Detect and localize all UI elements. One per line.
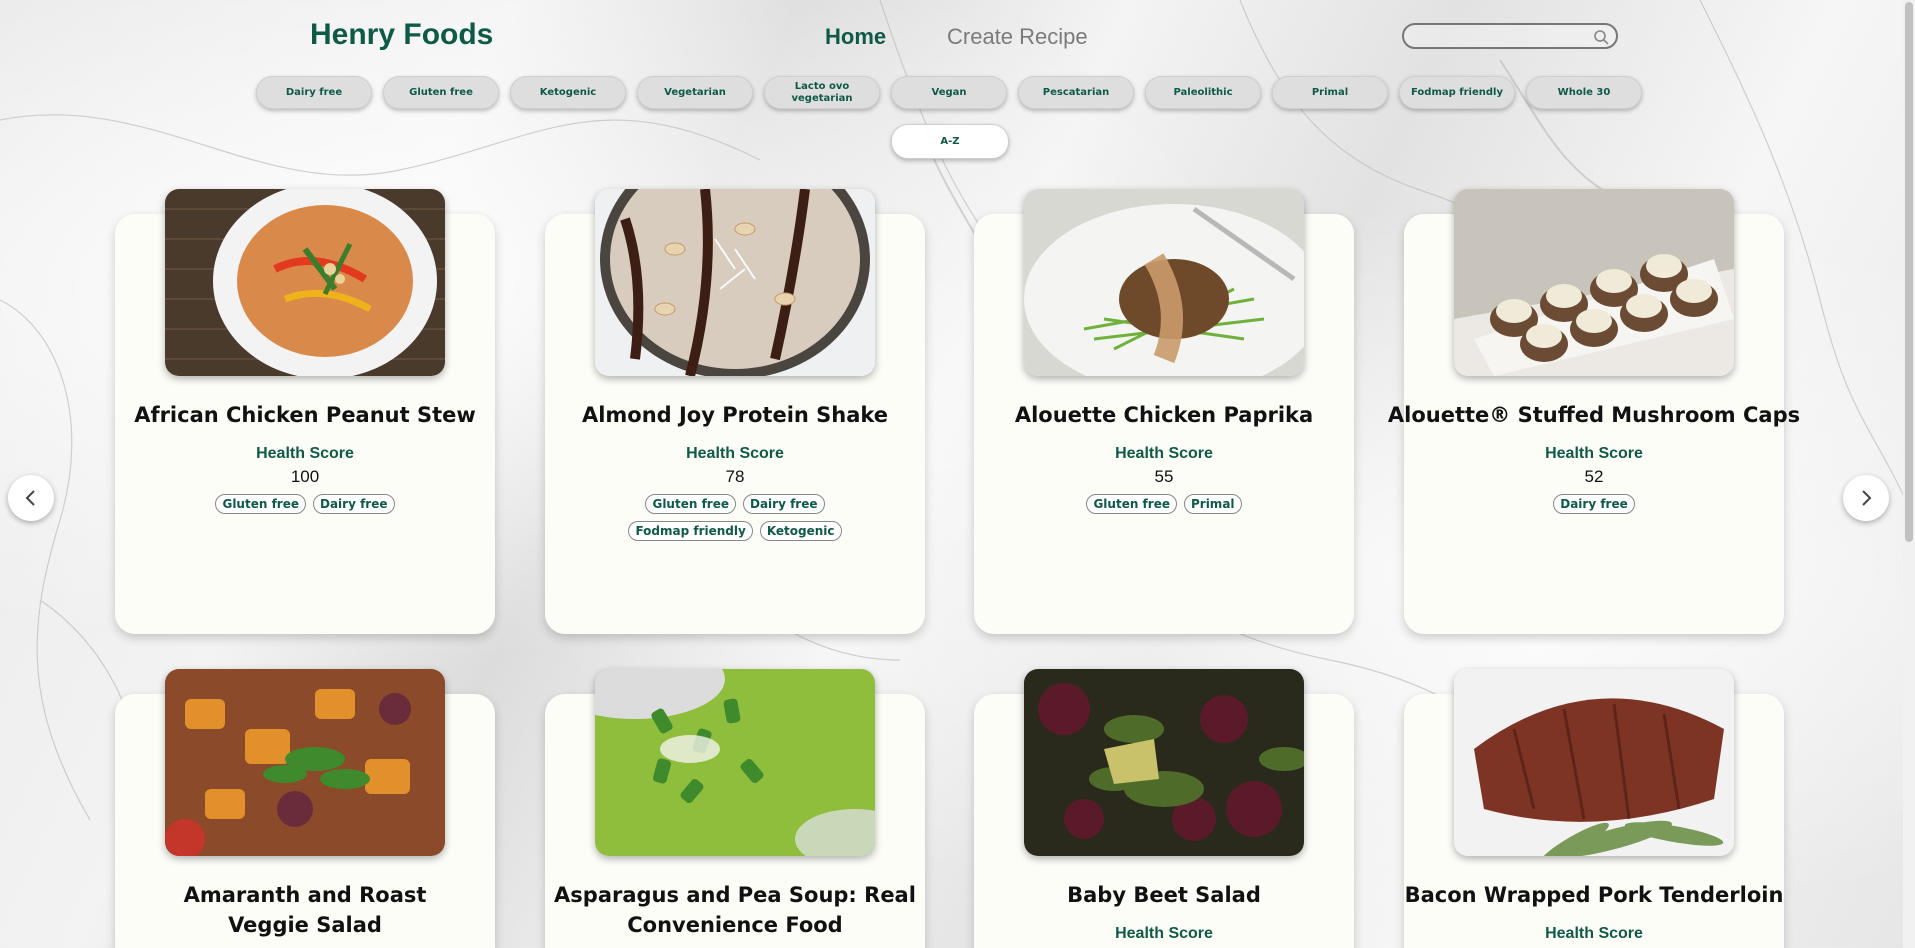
filter-lacto-ovo-vegetarian[interactable]: Lacto ovo vegetarian (764, 76, 880, 109)
diet-tags: Gluten free Dairy free (155, 494, 455, 514)
chevron-right-icon (1862, 490, 1872, 506)
recipe-title[interactable]: Alouette Chicken Paprika (954, 400, 1374, 430)
brand-logo[interactable]: Henry Foods (310, 18, 493, 52)
search-input[interactable] (1404, 25, 1584, 47)
filter-vegan[interactable]: Vegan (891, 76, 1007, 109)
filter-pescatarian[interactable]: Pescatarian (1018, 76, 1134, 109)
filter-gluten-free[interactable]: Gluten free (383, 76, 499, 109)
recipe-title-text: Asparagus and Pea Soup: Real Convenience… (554, 883, 916, 937)
diet-tags: Dairy free (1444, 494, 1744, 514)
sort-az-button[interactable]: A-Z (891, 124, 1009, 159)
diet-tag: Fodmap friendly (628, 521, 753, 541)
recipe-title[interactable]: Baby Beet Salad (954, 880, 1374, 910)
filter-paleolithic[interactable]: Paleolithic (1145, 76, 1261, 109)
carousel-prev-button[interactable] (8, 475, 54, 521)
health-score-value: 52 (1584, 467, 1604, 486)
filter-vegetarian[interactable]: Vegetarian (637, 76, 753, 109)
recipe-image[interactable] (165, 189, 445, 376)
diet-tag: Gluten free (215, 494, 306, 514)
recipe-title[interactable]: Alouette® Stuffed Mushroom Caps (1384, 400, 1804, 430)
scrollbar-thumb[interactable] (1905, 2, 1913, 542)
filter-fodmap-friendly[interactable]: Fodmap friendly (1399, 76, 1515, 109)
recipe-title[interactable]: Asparagus and Pea Soup: Real Convenience… (525, 880, 945, 940)
recipe-image[interactable] (1024, 669, 1304, 856)
carousel-next-button[interactable] (1843, 475, 1889, 521)
diet-tag: Dairy free (313, 494, 395, 514)
recipe-image[interactable] (1024, 189, 1304, 376)
filter-ketogenic[interactable]: Ketogenic (510, 76, 626, 109)
health-score-label: Health Score (1545, 925, 1643, 942)
diet-tag: Primal (1183, 494, 1242, 514)
recipe-title-text: Amaranth and Roast Veggie Salad (183, 883, 427, 937)
nav-home-link[interactable]: Home (825, 24, 886, 50)
health-score-label: Health Score (1115, 445, 1213, 462)
health-score-value: 100 (290, 467, 320, 486)
diet-tag: Gluten free (1086, 494, 1177, 514)
recipe-image[interactable] (165, 669, 445, 856)
recipe-image[interactable] (1454, 189, 1734, 376)
recipe-title[interactable]: Bacon Wrapped Pork Tenderloin (1384, 880, 1804, 910)
page-scrollbar[interactable] (1903, 0, 1915, 948)
recipe-title[interactable]: Amaranth and Roast Veggie Salad (95, 880, 515, 940)
diet-tag: Gluten free (645, 494, 736, 514)
health-score-label: Health Score (1115, 925, 1213, 942)
health-score-label: Health Score (686, 445, 784, 462)
recipe-image[interactable] (595, 669, 875, 856)
health-score-value: 78 (725, 467, 745, 486)
health-score-label: Health Score (1545, 445, 1643, 462)
recipe-image[interactable] (595, 189, 875, 376)
health-score-label: Health Score (256, 445, 354, 462)
filter-dairy-free[interactable]: Dairy free (256, 76, 372, 109)
diet-tag: Dairy free (1553, 494, 1635, 514)
search-box (1402, 23, 1618, 49)
diet-tag: Dairy free (743, 494, 825, 514)
recipe-image[interactable] (1454, 669, 1734, 856)
filter-whole-30[interactable]: Whole 30 (1526, 76, 1642, 109)
nav-create-recipe-link[interactable]: Create Recipe (947, 24, 1088, 50)
filter-primal[interactable]: Primal (1272, 76, 1388, 109)
health-score-value: 55 (1154, 467, 1174, 486)
search-icon[interactable] (1592, 28, 1610, 46)
recipe-title[interactable]: African Chicken Peanut Stew (95, 400, 515, 430)
recipe-title[interactable]: Almond Joy Protein Shake (525, 400, 945, 430)
diet-tag: Ketogenic (759, 521, 842, 541)
diet-tags: Gluten free Dairy free Fodmap friendly K… (585, 494, 885, 541)
chevron-left-icon (25, 490, 35, 506)
diet-tags: Gluten free Primal (1014, 494, 1314, 514)
